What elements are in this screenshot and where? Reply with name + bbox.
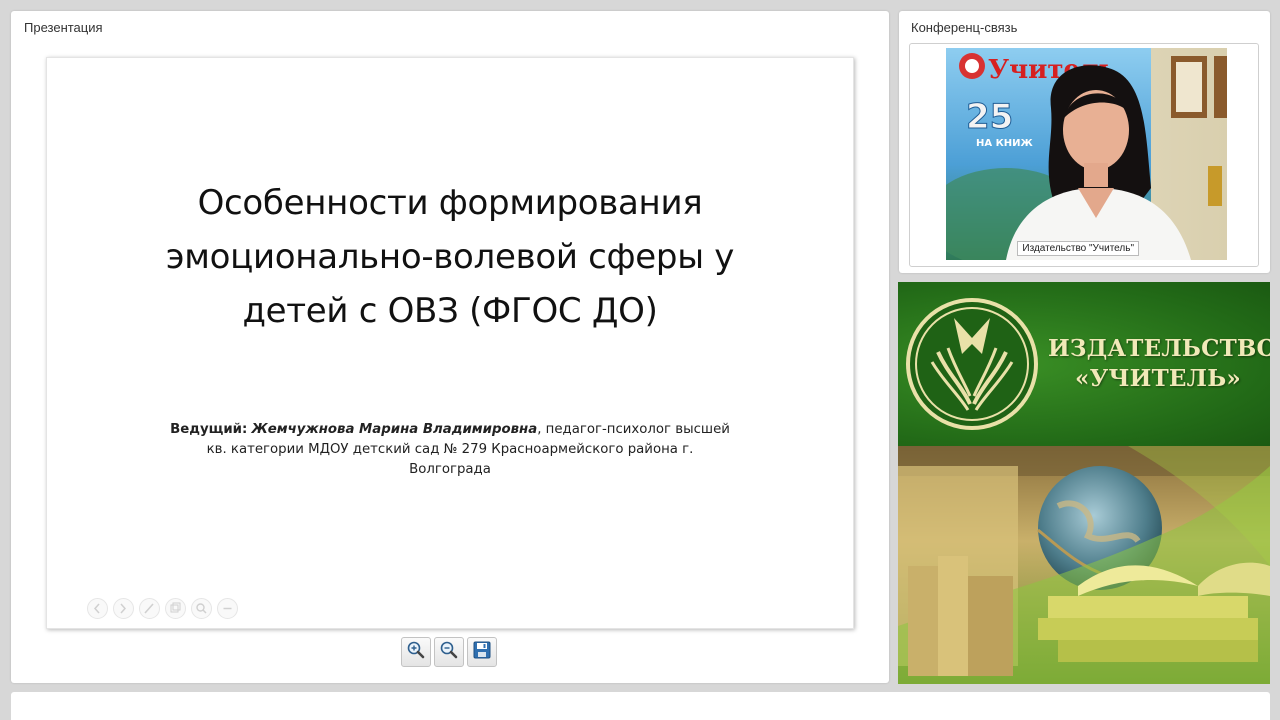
presenter-details-3: Волгограда [409,462,491,477]
presentation-toolbar [401,637,497,667]
bottom-panel [11,692,1270,720]
slide-title-line-2: эмоционально-волевой сферы у [165,237,735,277]
publisher-name-line-2: «УЧИТЕЛЬ» [1075,365,1241,392]
save-icon [472,640,492,664]
conference-panel-title: Конференц-связь [911,20,1018,35]
presentation-panel: Презентация Особенности формирования эмо… [11,11,889,683]
presenter-details-2: кв. категории МДОУ детский сад № 279 Кра… [206,442,694,457]
zoom-in-icon [406,640,426,664]
poster-sub: НА КНИЖ [976,138,1034,149]
copy-icon[interactable] [165,598,186,619]
publisher-name-line-1: ИЗДАТЕЛЬСТВО [1048,335,1270,362]
slide-title-line-1: Особенности формирования [197,183,703,223]
slide-title-line-3: детей с ОВЗ (ФГОС ДО) [242,291,658,331]
zoom-out-icon [439,640,459,664]
presenter-label: Ведущий: [170,422,248,437]
zoom-out-button[interactable] [434,637,464,667]
presenter-details-1: , педагог-психолог высшей [537,422,730,437]
video-caption: Издательство "Учитель" [1017,241,1139,256]
conference-panel: Конференц-связь Учитель 25 НА КНИЖ Издат… [899,11,1270,273]
slide-tools [87,598,238,619]
books-globe-image [898,446,1270,684]
pen-icon[interactable] [139,598,160,619]
next-icon[interactable] [113,598,134,619]
banner-header: ИЗДАТЕЛЬСТВО «УЧИТЕЛЬ» [898,282,1270,446]
prev-icon[interactable] [87,598,108,619]
banner-image [898,446,1270,684]
zoom-icon[interactable] [191,598,212,619]
publisher-banner: ИЗДАТЕЛЬСТВО «УЧИТЕЛЬ» [898,282,1270,684]
video-frame: Учитель 25 НА КНИЖ Издательство "Учитель… [909,43,1259,267]
publisher-logo-icon [906,298,1038,430]
slide: Особенности формирования эмоционально-во… [46,57,854,629]
publisher-name: ИЗДАТЕЛЬСТВО «УЧИТЕЛЬ» [1048,334,1270,394]
poster-number: 25 [966,97,1013,137]
minus-icon[interactable] [217,598,238,619]
slide-presenter-info: Ведущий: Жемчужнова Марина Владимировна,… [157,420,743,480]
slide-title: Особенности формирования эмоционально-во… [87,176,813,338]
webcam-video[interactable]: Учитель 25 НА КНИЖ Издательство "Учитель… [946,48,1227,260]
save-button[interactable] [467,637,497,667]
zoom-in-button[interactable] [401,637,431,667]
presenter-name: Жемчужнова Марина Владимировна [251,422,538,437]
presentation-panel-title: Презентация [24,20,103,35]
webcam-scene: Учитель 25 НА КНИЖ [946,48,1227,260]
